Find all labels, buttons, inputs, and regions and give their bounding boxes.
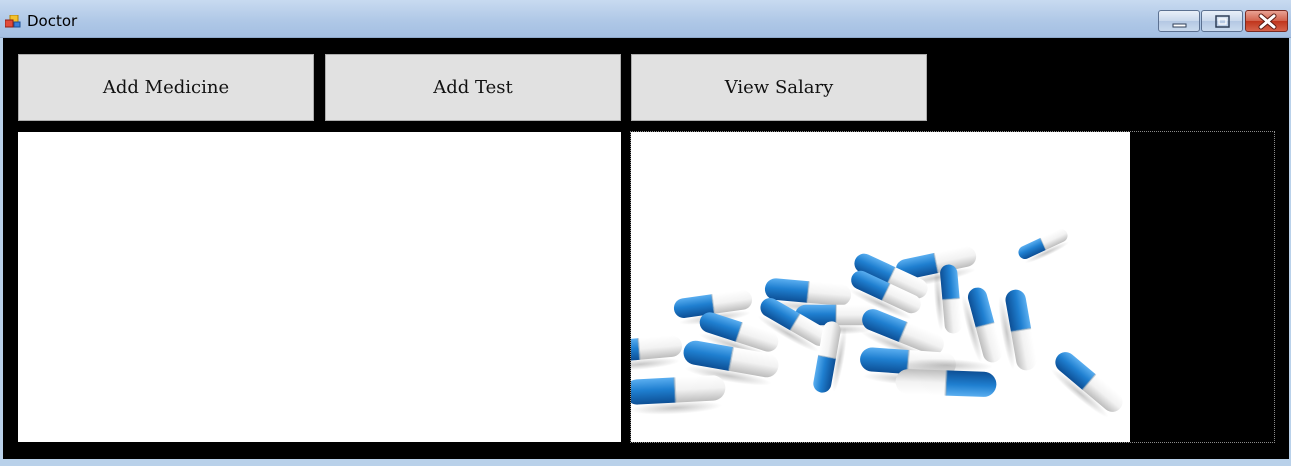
minimize-button[interactable] [1158,10,1200,32]
close-icon [1258,13,1277,30]
maximize-icon [1215,15,1230,28]
window-title: Doctor [27,12,78,30]
minimize-icon [1172,23,1187,28]
add-medicine-button[interactable]: Add Medicine [18,54,314,121]
title-bar[interactable]: Doctor [0,0,1291,38]
view-salary-button[interactable]: View Salary [631,54,927,121]
pills-image [631,132,1130,442]
add-test-button[interactable]: Add Test [325,54,621,121]
picture-box [630,131,1275,443]
content-panel [18,132,621,442]
form-client-area: Add Medicine Add Test View Salary [3,38,1289,459]
maximize-button[interactable] [1201,10,1243,32]
close-button[interactable] [1245,10,1288,32]
app-form-icon [4,13,21,28]
